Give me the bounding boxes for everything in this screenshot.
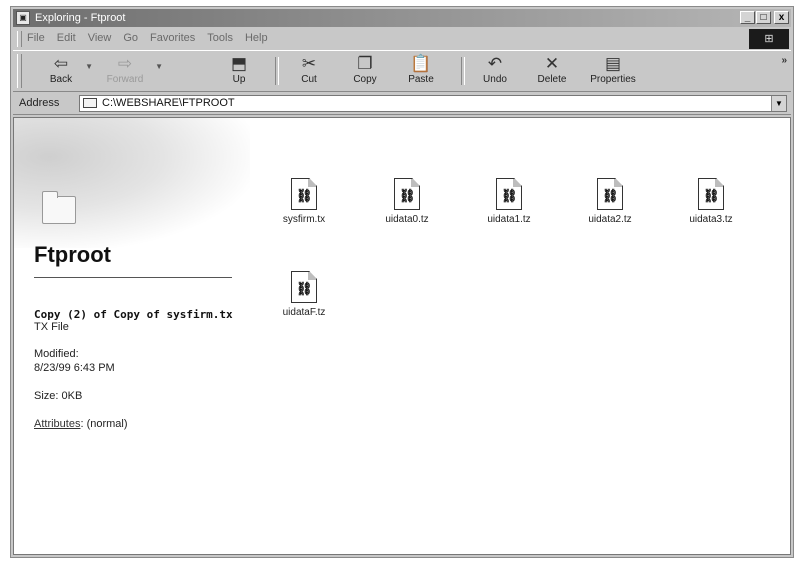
copy-label: Copy — [353, 74, 377, 85]
toolbar-separator — [275, 57, 279, 85]
file-item[interactable]: ⛓ sysfirm.tx — [264, 178, 344, 225]
maximize-button[interactable]: □ — [756, 11, 771, 24]
tz-file-icon: ⛓ — [291, 271, 317, 303]
toolbar-separator — [461, 57, 465, 85]
toolbar-more-chevron-icon[interactable]: » — [781, 55, 787, 66]
paste-label: Paste — [408, 74, 434, 85]
size-text: Size: 0KB — [34, 390, 83, 402]
window-title: Exploring - Ftproot — [35, 12, 126, 24]
address-label: Address — [19, 97, 60, 109]
delete-label: Delete — [537, 74, 567, 85]
explorer-window: ▣ Exploring - Ftproot _ □ x File Edit Vi… — [10, 6, 794, 558]
toolbar-grip[interactable] — [17, 54, 22, 88]
cut-button[interactable]: ✂ Cut — [289, 54, 329, 90]
file-name: sysfirm.tx — [282, 214, 326, 225]
paste-button[interactable]: 📋 Paste — [399, 54, 443, 90]
up-folder-icon: ⬒ — [230, 54, 248, 73]
file-name: uidata3.tz — [689, 214, 733, 225]
up-button[interactable]: ⬒ Up — [219, 54, 259, 90]
delete-icon: ✕ — [544, 54, 560, 73]
panel-background — [14, 118, 250, 248]
folder-large-icon — [42, 191, 76, 224]
modified-value: 8/23/99 6:43 PM — [34, 362, 115, 374]
properties-label: Properties — [590, 74, 636, 85]
selected-file-type: TX File — [34, 321, 69, 333]
undo-icon: ↶ — [487, 54, 503, 73]
file-item[interactable]: ⛓ uidata2.tz — [570, 178, 650, 225]
heading-divider — [34, 277, 232, 278]
forward-arrow-icon: ⇨ — [117, 54, 133, 73]
windows-logo-icon: ⊞ — [749, 29, 789, 49]
webview-info-panel: Ftproot Copy (2) of Copy of sysfirm.tx T… — [14, 118, 250, 554]
attributes-link[interactable]: Attributes — [34, 418, 80, 430]
cut-label: Cut — [301, 74, 317, 85]
menu-tools[interactable]: Tools — [207, 32, 233, 44]
minimize-button[interactable]: _ — [740, 11, 755, 24]
explorer-icon[interactable]: ▣ — [16, 11, 30, 25]
file-details: Copy (2) of Copy of sysfirm.tx TX File M… — [34, 308, 244, 431]
delete-button[interactable]: ✕ Delete — [527, 54, 577, 90]
menu-go[interactable]: Go — [123, 32, 138, 44]
back-button[interactable]: ⇦ Back ▼ — [39, 54, 93, 90]
copy-button[interactable]: ❐ Copy — [343, 54, 387, 90]
file-name: uidata2.tz — [588, 214, 632, 225]
undo-label: Undo — [483, 74, 507, 85]
file-item[interactable]: ⛓ uidata0.tz — [367, 178, 447, 225]
up-label: Up — [232, 74, 246, 85]
folder-icon — [83, 98, 97, 108]
attributes-value: : (normal) — [80, 418, 128, 430]
menu-edit[interactable]: Edit — [57, 32, 76, 44]
menu-favorites[interactable]: Favorites — [150, 32, 195, 44]
undo-button[interactable]: ↶ Undo — [473, 54, 517, 90]
standard-toolbar: ⇦ Back ▼ ⇨ Forward ▼ ⬒ Up ✂ Cut ❐ Copy 📋… — [13, 50, 791, 92]
tx-file-icon: ⛓ — [291, 178, 317, 210]
menu-view[interactable]: View — [88, 32, 112, 44]
file-list: ⛓ sysfirm.tx ⛓ uidata0.tz ⛓ uidata1.tz ⛓… — [264, 118, 784, 554]
menu-file[interactable]: File — [27, 32, 45, 44]
title-bar[interactable]: ▣ Exploring - Ftproot _ □ x — [13, 9, 791, 27]
file-item[interactable]: ⛓ uidata3.tz — [671, 178, 751, 225]
back-arrow-icon: ⇦ — [53, 54, 69, 73]
properties-button[interactable]: ▤ Properties — [583, 54, 643, 90]
folder-view[interactable]: Ftproot Copy (2) of Copy of sysfirm.tx T… — [13, 117, 791, 555]
forward-dropdown-icon[interactable]: ▼ — [155, 62, 163, 71]
file-name: uidata1.tz — [487, 214, 531, 225]
address-bar: Address C:\WEBSHARE\FTPROOT ▼ — [13, 93, 791, 115]
cut-icon: ✂ — [301, 54, 317, 73]
paste-icon: 📋 — [410, 54, 432, 73]
attributes-row: Attributes: (normal) — [34, 417, 244, 431]
address-dropdown-button[interactable]: ▼ — [771, 96, 786, 111]
menu-help[interactable]: Help — [245, 32, 268, 44]
back-dropdown-icon[interactable]: ▼ — [85, 62, 93, 71]
close-button[interactable]: x — [774, 11, 789, 24]
selected-file-name: Copy (2) of Copy of sysfirm.tx — [34, 308, 233, 321]
folder-name-heading: Ftproot — [34, 242, 111, 267]
forward-button[interactable]: ⇨ Forward ▼ — [97, 54, 163, 90]
modified-label: Modified: — [34, 348, 79, 360]
file-name: uidata0.tz — [385, 214, 429, 225]
file-item[interactable]: ⛓ uidata1.tz — [469, 178, 549, 225]
tz-file-icon: ⛓ — [496, 178, 522, 210]
forward-label: Forward — [106, 74, 144, 85]
file-name: uidataF.tz — [282, 307, 326, 318]
menu-grip[interactable] — [17, 31, 22, 47]
tz-file-icon: ⛓ — [698, 178, 724, 210]
tz-file-icon: ⛓ — [597, 178, 623, 210]
caption-buttons: _ □ x — [740, 11, 789, 25]
back-label: Back — [49, 74, 73, 85]
copy-icon: ❐ — [357, 54, 373, 73]
file-item[interactable]: ⛓ uidataF.tz — [264, 271, 344, 318]
menu-bar: File Edit View Go Favorites Tools Help ⊞ — [13, 29, 791, 49]
properties-icon: ▤ — [604, 54, 622, 73]
address-path[interactable]: C:\WEBSHARE\FTPROOT — [102, 96, 235, 111]
tz-file-icon: ⛓ — [394, 178, 420, 210]
address-field[interactable]: C:\WEBSHARE\FTPROOT ▼ — [79, 95, 787, 112]
